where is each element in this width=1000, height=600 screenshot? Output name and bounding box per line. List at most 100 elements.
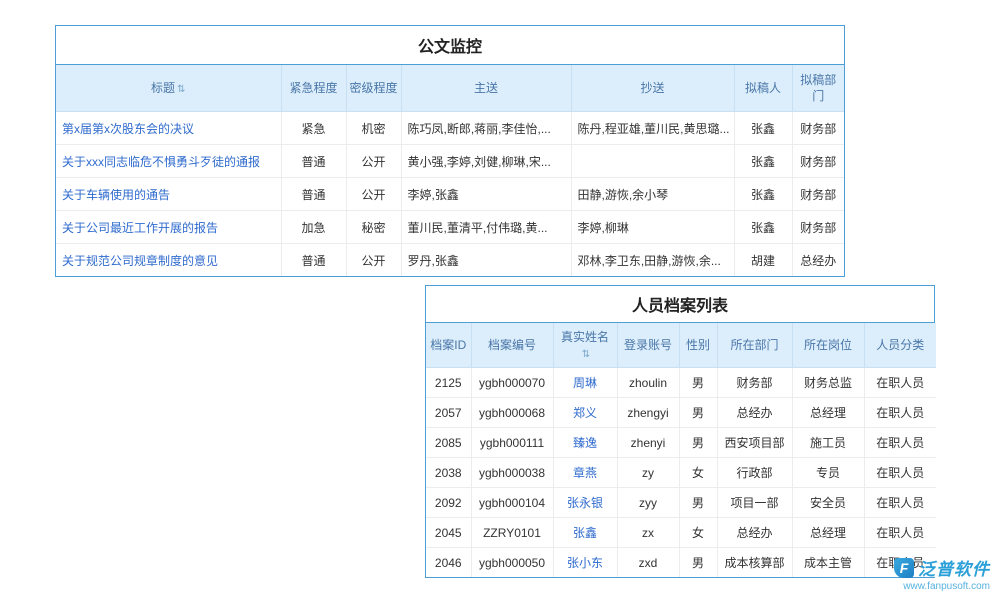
doc-col-secrecy: 密级程度 [346,65,401,112]
per-col-name-label: 真实姓名 [561,330,609,344]
per-dept-cell: 财务部 [717,368,792,398]
per-name-link[interactable]: 郑义 [573,406,597,420]
per-code-cell: ygbh000070 [471,368,553,398]
doc-urgency-cell: 普通 [281,178,346,211]
per-id-cell: 2057 [426,398,471,428]
per-code-cell: ygbh000038 [471,458,553,488]
per-category-cell: 在职人员 [864,428,936,458]
per-name-cell: 臻逸 [553,428,617,458]
per-post-cell: 总经理 [792,518,864,548]
table-row: 关于车辆使用的通告 普通 公开 李婷,张鑫 田静,游恢,余小琴 张鑫 财务部 [56,178,844,211]
table-row: 第x届第x次股东会的决议 紧急 机密 陈巧凤,断郎,蒋丽,李佳怡,... 陈丹,… [56,112,844,145]
per-id-cell: 2045 [426,518,471,548]
doc-title-cell: 关于公司最近工作开展的报告 [56,211,281,244]
table-row: 2038 ygbh000038 章燕 zy 女 行政部 专员 在职人员 [426,458,936,488]
doc-col-title[interactable]: 标题⇅ [56,65,281,112]
doc-main-cell: 陈巧凤,断郎,蒋丽,李佳怡,... [401,112,571,145]
per-code-cell: ygbh000111 [471,428,553,458]
table-row: 关于规范公司规章制度的意见 普通 公开 罗丹,张鑫 邓林,李卫东,田静,游恢,余… [56,244,844,277]
doc-copy-cell: 邓林,李卫东,田静,游恢,余... [571,244,734,277]
doc-header-row: 标题⇅ 紧急程度 密级程度 主送 抄送 拟稿人 拟稿部门 [56,65,844,112]
doc-monitor-table: 标题⇅ 紧急程度 密级程度 主送 抄送 拟稿人 拟稿部门 第x届第x次股东会的决… [56,65,844,276]
per-name-cell: 张鑫 [553,518,617,548]
per-dept-cell: 行政部 [717,458,792,488]
per-name-cell: 张永银 [553,488,617,518]
doc-dept-cell: 总经办 [792,244,844,277]
per-code-cell: ZZRY0101 [471,518,553,548]
per-name-link[interactable]: 张鑫 [573,526,597,540]
per-name-cell: 章燕 [553,458,617,488]
per-name-cell: 郑义 [553,398,617,428]
per-gender-cell: 男 [679,368,717,398]
fanpu-watermark: F 泛普软件 www.fanpusoft.com [860,555,990,592]
per-dept-cell: 总经办 [717,398,792,428]
doc-urgency-cell: 普通 [281,244,346,277]
per-post-cell: 施工员 [792,428,864,458]
doc-drafter-cell: 张鑫 [734,211,792,244]
doc-dept-cell: 财务部 [792,145,844,178]
table-row: 2085 ygbh000111 臻逸 zhenyi 男 西安项目部 施工员 在职… [426,428,936,458]
doc-title-link[interactable]: 关于xxx同志临危不惧勇斗歹徒的通报 [62,155,260,169]
table-row: 关于公司最近工作开展的报告 加急 秘密 董川民,董清平,付伟璐,黄... 李婷,… [56,211,844,244]
per-name-link[interactable]: 张永银 [567,496,603,510]
doc-col-drafter: 拟稿人 [734,65,792,112]
per-category-cell: 在职人员 [864,518,936,548]
doc-drafter-cell: 张鑫 [734,112,792,145]
doc-title-cell: 关于规范公司规章制度的意见 [56,244,281,277]
per-dept-cell: 成本核算部 [717,548,792,578]
per-col-account: 登录账号 [617,323,679,368]
per-col-gender: 性别 [679,323,717,368]
doc-col-title-label: 标题 [151,81,175,95]
doc-title-link[interactable]: 关于公司最近工作开展的报告 [62,221,218,235]
doc-title-link[interactable]: 关于车辆使用的通告 [62,188,170,202]
doc-drafter-cell: 张鑫 [734,145,792,178]
doc-title-cell: 关于xxx同志临危不惧勇斗歹徒的通报 [56,145,281,178]
per-name-cell: 周琳 [553,368,617,398]
personnel-table: 档案ID 档案编号 真实姓名⇅ 登录账号 性别 所在部门 所在岗位 人员分类 2… [426,323,936,577]
per-code-cell: ygbh000104 [471,488,553,518]
doc-main-cell: 董川民,董清平,付伟璐,黄... [401,211,571,244]
doc-copy-cell: 田静,游恢,余小琴 [571,178,734,211]
per-category-cell: 在职人员 [864,398,936,428]
per-post-cell: 财务总监 [792,368,864,398]
per-name-link[interactable]: 周琳 [573,376,597,390]
doc-main-cell: 黄小强,李婷,刘健,柳琳,宋... [401,145,571,178]
per-id-cell: 2038 [426,458,471,488]
sort-icon[interactable]: ⇅ [582,349,590,360]
per-col-category: 人员分类 [864,323,936,368]
per-account-cell: zhoulin [617,368,679,398]
per-gender-cell: 男 [679,428,717,458]
per-col-name[interactable]: 真实姓名 ⇅ [553,323,617,368]
doc-col-copy: 抄送 [571,65,734,112]
sort-icon[interactable]: ⇅ [177,84,185,95]
doc-col-urgency: 紧急程度 [281,65,346,112]
per-code-cell: ygbh000050 [471,548,553,578]
per-gender-cell: 男 [679,548,717,578]
per-post-cell: 总经理 [792,398,864,428]
doc-dept-cell: 财务部 [792,211,844,244]
per-id-cell: 2125 [426,368,471,398]
per-post-cell: 安全员 [792,488,864,518]
doc-dept-cell: 财务部 [792,178,844,211]
doc-secrecy-cell: 公开 [346,145,401,178]
doc-title-link[interactable]: 第x届第x次股东会的决议 [62,122,194,136]
doc-copy-cell [571,145,734,178]
doc-title-link[interactable]: 关于规范公司规章制度的意见 [62,254,218,268]
fanpu-logo-icon: F [894,558,914,578]
doc-drafter-cell: 胡建 [734,244,792,277]
per-post-cell: 专员 [792,458,864,488]
doc-copy-cell: 李婷,柳琳 [571,211,734,244]
table-row: 2092 ygbh000104 张永银 zyy 男 项目一部 安全员 在职人员 [426,488,936,518]
per-gender-cell: 男 [679,398,717,428]
fanpu-url: www.fanpusoft.com [860,581,990,592]
personnel-panel: 人员档案列表 档案ID 档案编号 真实姓名⇅ 登录账号 性别 所在部门 所在岗位… [425,285,935,578]
doc-drafter-cell: 张鑫 [734,178,792,211]
per-name-link[interactable]: 臻逸 [573,436,597,450]
per-name-link[interactable]: 章燕 [573,466,597,480]
doc-secrecy-cell: 公开 [346,178,401,211]
per-name-link[interactable]: 张小东 [567,556,603,570]
per-account-cell: zx [617,518,679,548]
doc-urgency-cell: 加急 [281,211,346,244]
personnel-header-row: 档案ID 档案编号 真实姓名⇅ 登录账号 性别 所在部门 所在岗位 人员分类 [426,323,936,368]
per-category-cell: 在职人员 [864,488,936,518]
